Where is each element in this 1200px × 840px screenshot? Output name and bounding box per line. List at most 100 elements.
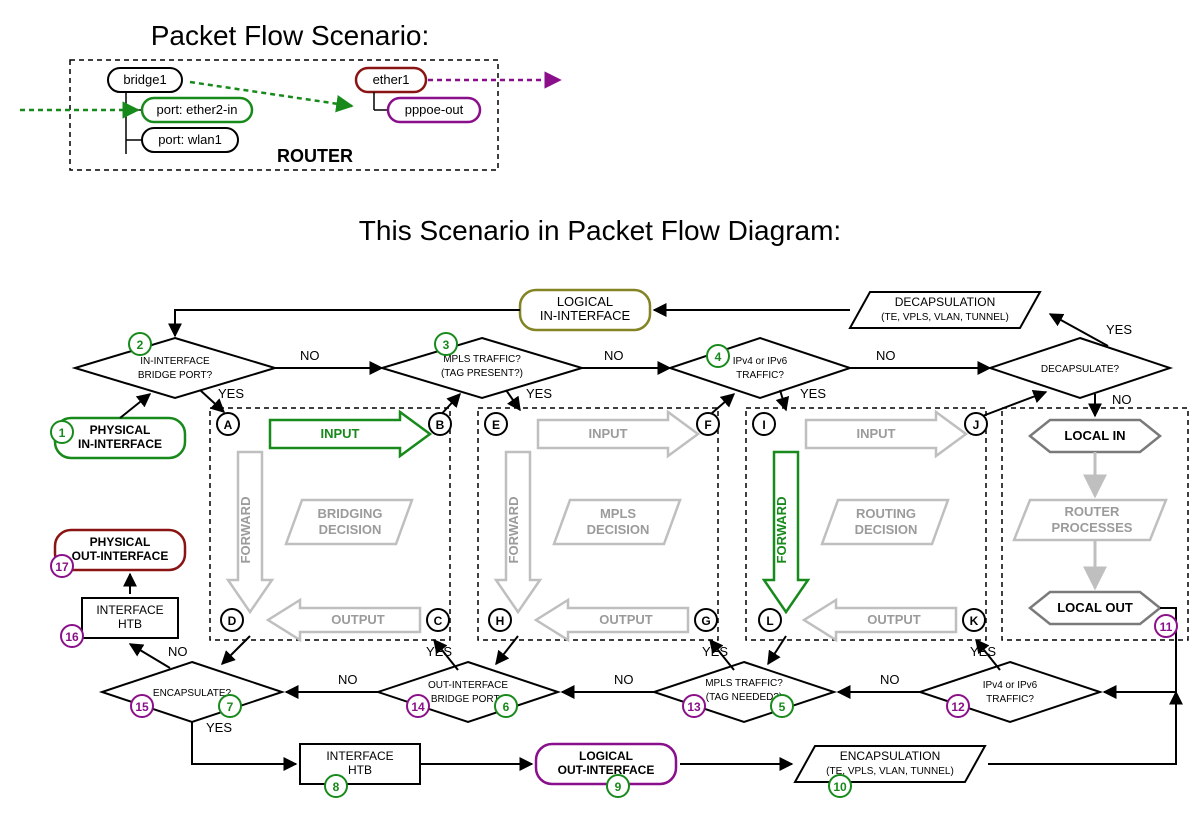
svg-text:ENCAPSULATE?: ENCAPSULATE?	[153, 688, 232, 699]
svg-text:OUTPUT: OUTPUT	[599, 612, 653, 627]
svg-text:1: 1	[59, 426, 66, 440]
svg-text:YES: YES	[702, 644, 728, 659]
d-out-bridge-port	[378, 662, 558, 722]
svg-text:NO: NO	[338, 672, 358, 687]
svg-text:YES: YES	[206, 720, 232, 735]
svg-text:E: E	[492, 418, 500, 432]
svg-text:BRIDGING: BRIDGING	[318, 506, 383, 521]
svg-text:11: 11	[1160, 620, 1173, 634]
svg-text:14: 14	[411, 700, 425, 714]
svg-text:16: 16	[65, 630, 79, 644]
svg-text:FORWARD: FORWARD	[774, 497, 789, 564]
svg-text:ENCAPSULATION: ENCAPSULATION	[840, 749, 940, 763]
svg-text:4: 4	[715, 350, 722, 364]
svg-text:bridge1: bridge1	[123, 72, 166, 87]
svg-text:YES: YES	[526, 386, 552, 401]
svg-text:17: 17	[55, 560, 69, 574]
svg-text:IN-INTERFACE: IN-INTERFACE	[78, 437, 162, 451]
svg-text:9: 9	[615, 780, 622, 794]
svg-text:J: J	[973, 418, 980, 432]
svg-text:5: 5	[779, 700, 786, 714]
svg-text:8: 8	[333, 780, 340, 794]
svg-text:7: 7	[227, 700, 234, 714]
svg-text:B: B	[436, 418, 445, 432]
d-ipv4-ipv6-out	[920, 662, 1100, 722]
svg-text:NO: NO	[876, 348, 896, 363]
svg-text:pppoe-out: pppoe-out	[405, 102, 464, 117]
svg-text:F: F	[704, 418, 711, 432]
svg-text:C: C	[434, 614, 443, 628]
svg-text:NO: NO	[604, 348, 624, 363]
top-title: Packet Flow Scenario:	[151, 20, 430, 51]
svg-text:PROCESSES: PROCESSES	[1052, 520, 1133, 535]
svg-text:15: 15	[135, 700, 149, 714]
svg-text:TRAFFIC?: TRAFFIC?	[736, 370, 784, 381]
svg-text:ether1: ether1	[373, 72, 410, 87]
svg-text:OUT-INTERFACE: OUT-INTERFACE	[72, 549, 169, 563]
svg-text:NO: NO	[1112, 392, 1132, 407]
svg-text:DECISION: DECISION	[855, 522, 918, 537]
svg-text:YES: YES	[426, 644, 452, 659]
svg-text:port: wlan1: port: wlan1	[158, 132, 222, 147]
svg-text:6: 6	[503, 700, 510, 714]
svg-text:PHYSICAL: PHYSICAL	[90, 535, 151, 549]
svg-text:PHYSICAL: PHYSICAL	[90, 423, 151, 437]
svg-text:12: 12	[951, 700, 965, 714]
d-in-bridge-port	[75, 338, 275, 398]
svg-text:G: G	[701, 614, 710, 628]
svg-text:IPv4 or IPv6: IPv4 or IPv6	[733, 356, 788, 367]
svg-text:HTB: HTB	[348, 763, 372, 777]
svg-text:MPLS: MPLS	[600, 506, 636, 521]
svg-text:DECAPSULATION: DECAPSULATION	[895, 295, 995, 309]
svg-text:LOCAL OUT: LOCAL OUT	[1057, 600, 1133, 615]
svg-text:HTB: HTB	[118, 617, 142, 631]
svg-text:MPLS TRAFFIC?: MPLS TRAFFIC?	[705, 678, 783, 689]
svg-text:2: 2	[137, 338, 144, 352]
svg-text:INTERFACE: INTERFACE	[326, 749, 393, 763]
svg-text:OUT-INTERFACE: OUT-INTERFACE	[558, 763, 655, 777]
svg-text:DECAPSULATE?: DECAPSULATE?	[1041, 364, 1120, 375]
svg-text:OUTPUT: OUTPUT	[331, 612, 385, 627]
svg-text:K: K	[970, 614, 979, 628]
svg-text:ROUTING: ROUTING	[856, 506, 916, 521]
svg-text:BRIDGE PORT?: BRIDGE PORT?	[138, 370, 213, 381]
svg-text:INPUT: INPUT	[857, 426, 896, 441]
svg-text:I: I	[762, 418, 765, 432]
svg-text:YES: YES	[800, 386, 826, 401]
svg-text:IPv4 or IPv6: IPv4 or IPv6	[983, 680, 1038, 691]
svg-text:FORWARD: FORWARD	[506, 497, 521, 564]
svg-text:(TAG PRESENT?): (TAG PRESENT?)	[441, 368, 523, 379]
svg-text:H: H	[496, 614, 505, 628]
svg-text:10: 10	[833, 780, 847, 794]
svg-text:FORWARD: FORWARD	[238, 497, 253, 564]
svg-text:INPUT: INPUT	[589, 426, 628, 441]
svg-text:YES: YES	[1106, 322, 1132, 337]
main-title: This Scenario in Packet Flow Diagram:	[359, 215, 841, 246]
svg-text:ROUTER: ROUTER	[1065, 504, 1121, 519]
svg-text:MPLS TRAFFIC?: MPLS TRAFFIC?	[443, 354, 521, 365]
svg-text:A: A	[224, 418, 233, 432]
svg-text:LOGICAL: LOGICAL	[579, 749, 633, 763]
svg-text:NO: NO	[614, 672, 634, 687]
svg-text:OUTPUT: OUTPUT	[867, 612, 921, 627]
svg-text:YES: YES	[970, 644, 996, 659]
svg-text:13: 13	[687, 700, 701, 714]
packet-flow-diagram: Packet Flow Scenario: bridge1 port: ethe…	[0, 0, 1200, 840]
svg-text:TRAFFIC?: TRAFFIC?	[986, 694, 1034, 705]
svg-text:DECISION: DECISION	[587, 522, 650, 537]
svg-text:D: D	[228, 614, 237, 628]
svg-text:NO: NO	[168, 644, 188, 659]
svg-text:YES: YES	[218, 386, 244, 401]
svg-text:DECISION: DECISION	[319, 522, 382, 537]
svg-text:(TAG NEEDED?): (TAG NEEDED?)	[706, 692, 783, 703]
svg-text:INPUT: INPUT	[321, 426, 360, 441]
svg-text:OUT-INTERFACE: OUT-INTERFACE	[428, 680, 508, 691]
svg-text:(TE, VPLS, VLAN, TUNNEL): (TE, VPLS, VLAN, TUNNEL)	[881, 312, 1009, 323]
svg-text:3: 3	[443, 338, 450, 352]
svg-text:port: ether2-in: port: ether2-in	[157, 102, 238, 117]
svg-text:NO: NO	[880, 672, 900, 687]
router-label: ROUTER	[277, 146, 353, 166]
svg-text:IN-INTERFACE: IN-INTERFACE	[140, 356, 210, 367]
svg-text:INTERFACE: INTERFACE	[96, 603, 163, 617]
svg-text:L: L	[766, 614, 773, 628]
